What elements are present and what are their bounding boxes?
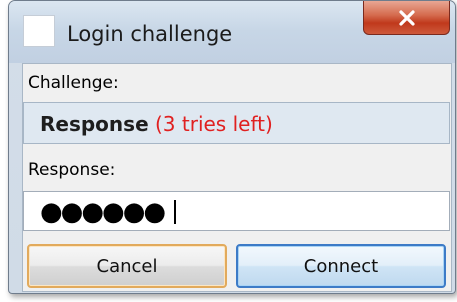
response-label: Response: (28, 160, 116, 180)
challenge-display: Response (3 tries left) (23, 102, 450, 144)
app-icon (23, 15, 55, 47)
close-button[interactable] (363, 1, 450, 35)
close-icon (398, 9, 415, 26)
window-title: Login challenge (67, 22, 233, 46)
password-masked-value: ●●●●●● (40, 197, 166, 227)
dialog-content: Challenge: Response (3 tries left) Respo… (22, 63, 452, 292)
text-caret (174, 200, 176, 224)
challenge-text: Response (3 tries left) (40, 112, 273, 136)
title-bar[interactable]: Login challenge (9, 1, 455, 63)
cancel-button[interactable]: Cancel (27, 244, 227, 288)
challenge-prompt: Response (40, 112, 149, 136)
login-challenge-dialog: Login challenge Challenge: Response (3 t… (8, 0, 456, 294)
connect-button[interactable]: Connect (236, 244, 446, 288)
tries-left-text: (3 tries left) (155, 112, 273, 136)
challenge-label: Challenge: (28, 73, 119, 93)
response-password-field[interactable]: ●●●●●● (23, 191, 450, 231)
